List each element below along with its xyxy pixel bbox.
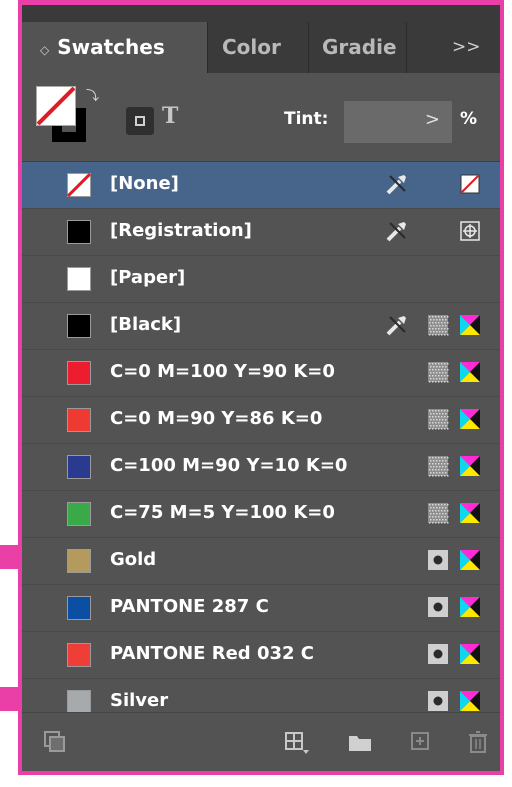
cmyk-mode-icon — [459, 314, 481, 336]
tint-percent: % — [460, 109, 478, 129]
swatch-color-chip — [67, 314, 91, 338]
swatch-row[interactable]: [Registration] — [22, 209, 500, 256]
cmyk-mode-icon — [459, 549, 481, 571]
spot-color-icon — [427, 596, 449, 618]
swatch-row[interactable]: C=0 M=100 Y=90 K=0 — [22, 350, 500, 397]
cmyk-mode-icon — [459, 502, 481, 524]
swatch-name: Silver — [110, 690, 169, 711]
tint-input[interactable]: > — [344, 101, 452, 143]
cmyk-mode-icon — [459, 408, 481, 430]
swatch-color-chip — [67, 220, 91, 244]
tab-swatches[interactable]: ◇ Swatches — [22, 22, 207, 73]
swatch-row[interactable]: [Paper] — [22, 256, 500, 303]
formatting-container-button[interactable] — [126, 107, 154, 135]
swatch-color-chip — [67, 690, 91, 714]
swatch-name: C=75 M=5 Y=100 K=0 — [110, 502, 335, 523]
swatches-panel: ◇ Swatches Color Gradie >> |≡ ⤵ T Tint: >… — [18, 0, 504, 775]
formatting-text-button[interactable]: T — [162, 103, 178, 129]
swatch-name: PANTONE Red 032 C — [110, 643, 315, 664]
tint-label: Tint: — [284, 109, 329, 129]
swatch-color-chip — [67, 173, 91, 197]
swatch-name: Gold — [110, 549, 157, 570]
process-color-icon — [427, 408, 449, 430]
swatch-color-chip — [67, 267, 91, 291]
registration-mode-icon — [459, 220, 481, 242]
swatch-color-chip — [67, 643, 91, 667]
tab-swatches-label: Swatches — [57, 35, 165, 59]
non-editable-icon — [386, 173, 408, 195]
swatch-color-chip — [67, 596, 91, 620]
panel-menu-icon[interactable]: |≡ — [498, 22, 500, 109]
tab-bar: ◇ Swatches Color Gradie >> |≡ — [22, 5, 500, 109]
swatch-name: [None] — [110, 173, 179, 194]
tab-color[interactable]: Color — [222, 22, 292, 73]
swatch-row[interactable]: C=100 M=90 Y=10 K=0 — [22, 444, 500, 491]
swatch-color-chip — [67, 502, 91, 526]
delete-icon[interactable] — [466, 729, 492, 755]
process-color-icon — [427, 502, 449, 524]
show-swatch-kinds-icon[interactable] — [42, 729, 68, 755]
process-color-icon — [427, 455, 449, 477]
new-swatch-icon[interactable] — [408, 729, 434, 755]
swatch-name: C=0 M=90 Y=86 K=0 — [110, 408, 323, 429]
spot-color-icon — [427, 643, 449, 665]
cmyk-mode-icon — [459, 643, 481, 665]
fill-swatch-icon[interactable] — [36, 86, 76, 126]
panel-footer — [22, 712, 500, 771]
swatch-row[interactable]: [Black] — [22, 303, 500, 350]
tab-gradient[interactable]: Gradie — [322, 22, 404, 73]
spot-color-icon — [427, 690, 449, 712]
new-color-group-icon[interactable] — [284, 729, 310, 755]
swatch-row[interactable]: PANTONE 287 C — [22, 585, 500, 632]
swatch-name: C=100 M=90 Y=10 K=0 — [110, 455, 348, 476]
swatch-name: [Paper] — [110, 267, 186, 288]
swatch-list: [None] [Registration] [Paper] [Black] C=0 M=… — [22, 161, 500, 726]
swatch-name: PANTONE 287 C — [110, 596, 269, 617]
swatch-color-chip — [67, 455, 91, 479]
swatch-row[interactable]: C=75 M=5 Y=100 K=0 — [22, 491, 500, 538]
cmyk-mode-icon — [459, 690, 481, 712]
tab-divider — [308, 22, 309, 73]
process-color-icon — [427, 314, 449, 336]
square-icon — [135, 116, 145, 126]
tab-divider — [207, 22, 208, 73]
cmyk-mode-icon — [459, 455, 481, 477]
non-editable-icon — [386, 220, 408, 242]
none-mode-icon — [459, 173, 481, 195]
spot-color-icon — [427, 549, 449, 571]
folder-icon[interactable] — [347, 729, 373, 755]
cmyk-mode-icon — [459, 596, 481, 618]
tab-divider — [406, 22, 407, 73]
tint-slider-arrow-icon[interactable]: > — [425, 109, 440, 130]
swatch-row[interactable]: C=0 M=90 Y=86 K=0 — [22, 397, 500, 444]
swatch-name: C=0 M=100 Y=90 K=0 — [110, 361, 335, 382]
collapse-toggle-icon[interactable]: ◇ — [40, 43, 49, 57]
swatch-name: [Registration] — [110, 220, 252, 241]
swatch-color-chip — [67, 549, 91, 573]
swatch-color-chip — [67, 361, 91, 385]
swatch-row[interactable]: [None] — [22, 162, 500, 209]
fill-stroke-controls: ⤵ T Tint: > % — [22, 73, 500, 161]
process-color-icon — [427, 361, 449, 383]
non-editable-icon — [386, 314, 408, 336]
swatch-color-chip — [67, 408, 91, 432]
swap-fill-stroke-icon[interactable]: ⤵ — [86, 85, 99, 104]
swatch-row[interactable]: Gold — [22, 538, 500, 585]
swatch-row[interactable]: PANTONE Red 032 C — [22, 632, 500, 679]
swatch-name: [Black] — [110, 314, 182, 335]
cmyk-mode-icon — [459, 361, 481, 383]
overflow-tabs-icon[interactable]: >> — [452, 22, 481, 73]
